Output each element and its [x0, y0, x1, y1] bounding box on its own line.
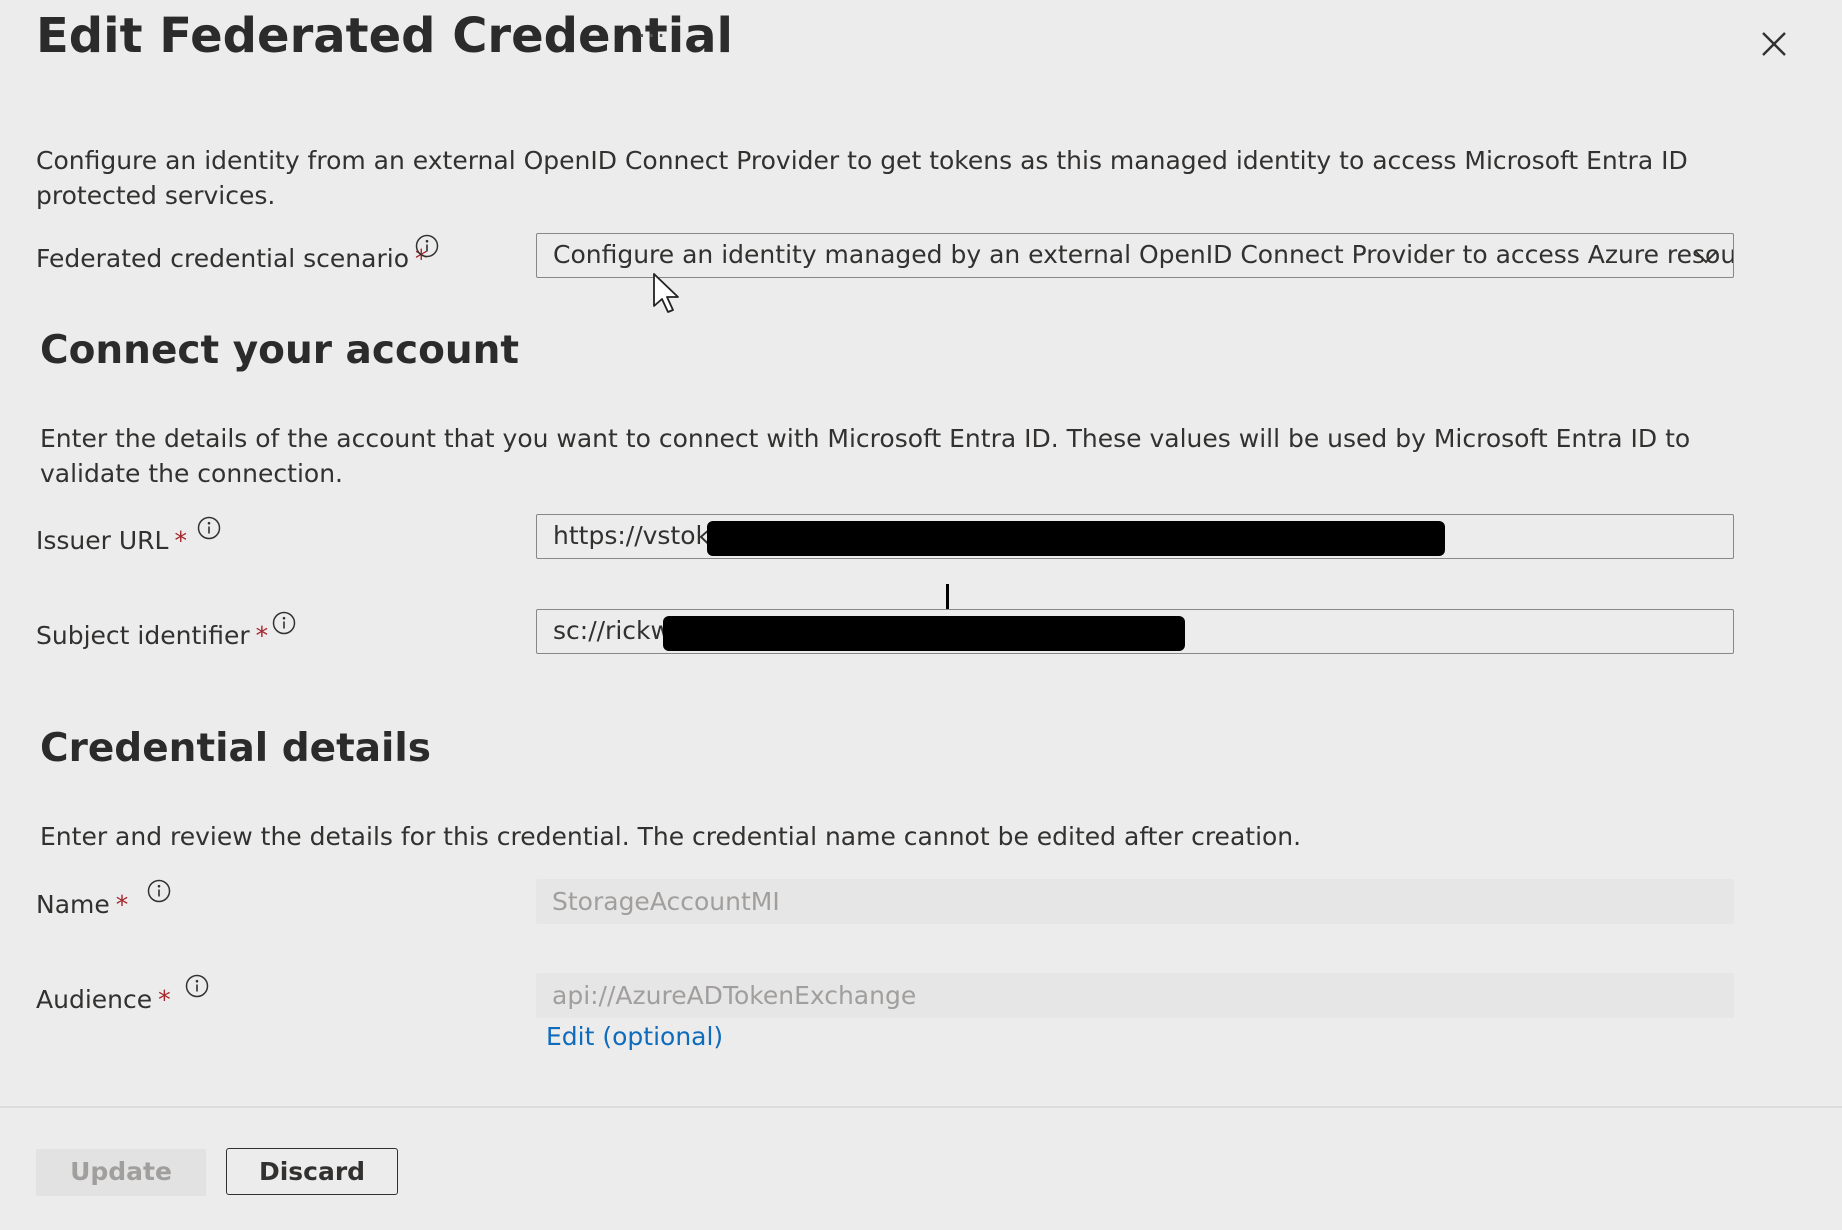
issuer-url-label-text: Issuer URL — [36, 526, 169, 555]
required-mark: * — [115, 890, 129, 919]
credential-heading: Credential details — [40, 726, 431, 771]
scenario-dropdown-value: Configure an identity managed by an exte… — [553, 240, 1734, 269]
scenario-label-text: Federated credential scenario — [36, 244, 409, 273]
info-icon[interactable] — [185, 974, 209, 998]
audience-value: api://AzureADTokenExchange — [552, 981, 917, 1010]
info-icon[interactable] — [272, 611, 296, 635]
name-label-text: Name — [36, 890, 110, 919]
info-icon[interactable] — [197, 516, 221, 540]
scenario-label: Federated credential scenario * — [36, 244, 428, 273]
issuer-url-value: https://vstoke — [553, 521, 725, 550]
issuer-url-input[interactable]: https://vstoke — [536, 514, 1734, 559]
scenario-dropdown[interactable]: Configure an identity managed by an exte… — [536, 233, 1734, 278]
more-options-button[interactable]: ··· — [638, 22, 667, 50]
audience-input[interactable]: api://AzureADTokenExchange — [536, 973, 1734, 1018]
footer-divider — [0, 1106, 1842, 1108]
required-mark: * — [255, 621, 269, 650]
audience-label-text: Audience — [36, 985, 153, 1014]
edit-audience-link[interactable]: Edit (optional) — [546, 1022, 723, 1051]
subject-identifier-label-text: Subject identifier — [36, 621, 250, 650]
required-mark: * — [174, 526, 187, 555]
name-label: Name * — [36, 890, 128, 919]
issuer-url-label: Issuer URL * — [36, 526, 187, 555]
subject-identifier-input[interactable]: sc://rickw — [536, 609, 1734, 654]
redaction-block — [663, 616, 1185, 651]
connect-heading: Connect your account — [40, 328, 520, 373]
chevron-down-icon — [1694, 250, 1718, 264]
discard-button[interactable]: Discard — [226, 1148, 398, 1195]
close-button[interactable] — [1754, 24, 1794, 64]
required-mark: * — [158, 985, 171, 1014]
credential-description: Enter and review the details for this cr… — [40, 822, 1302, 851]
connect-description: Enter the details of the account that yo… — [40, 424, 1691, 488]
info-icon[interactable] — [415, 234, 439, 258]
update-button[interactable]: Update — [36, 1149, 206, 1196]
name-value: StorageAccountMI — [552, 887, 780, 916]
audience-label: Audience * — [36, 985, 171, 1014]
panel-title: Edit Federated Credential — [36, 8, 733, 64]
redaction-block — [707, 521, 1445, 556]
close-icon — [1762, 32, 1786, 56]
name-input[interactable]: StorageAccountMI — [536, 879, 1734, 924]
subject-identifier-value: sc://rickw — [553, 616, 671, 645]
panel-description-text: Configure an identity from an external O… — [36, 146, 1688, 210]
subject-identifier-label: Subject identifier * — [36, 621, 268, 650]
info-icon[interactable] — [147, 879, 171, 903]
mouse-pointer-icon — [653, 273, 679, 313]
panel-description: Configure an identity from an external O… — [36, 143, 1716, 213]
